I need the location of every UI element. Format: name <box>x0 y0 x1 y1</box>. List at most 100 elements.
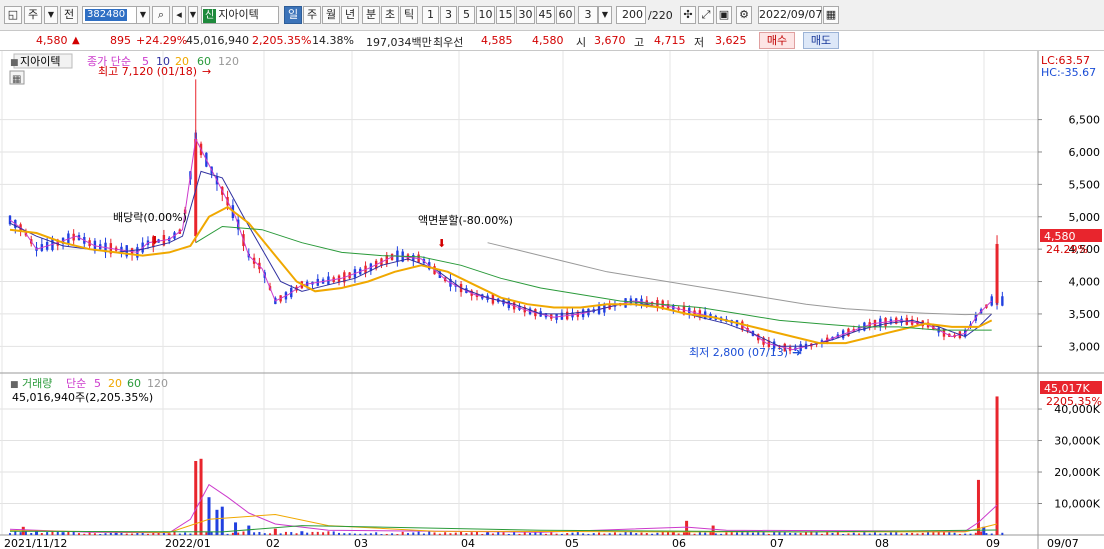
period-week[interactable]: 주 <box>303 6 321 24</box>
volume-bar <box>231 532 234 535</box>
volume-bar <box>789 532 792 535</box>
volume-bar <box>805 532 807 535</box>
volume-bar <box>375 532 378 535</box>
volume-bar <box>598 532 601 535</box>
volume-bar <box>560 533 563 535</box>
volume-panel-handle-icon[interactable]: ■ <box>10 380 19 390</box>
volume-bar <box>417 531 420 535</box>
low-annotation: 최저 2,800 (07/13) <box>689 346 788 359</box>
volume-bar <box>449 533 452 535</box>
period-year[interactable]: 년 <box>341 6 359 24</box>
volume-bar <box>544 533 547 535</box>
volume-bar <box>279 533 282 535</box>
period-tick[interactable]: 틱 <box>400 6 418 24</box>
volume-bar <box>454 532 457 535</box>
volume-bar <box>629 531 632 535</box>
volume-bar <box>645 533 648 535</box>
volume-bar <box>693 533 696 535</box>
volume-bar <box>783 532 786 535</box>
volume-bar <box>799 532 802 535</box>
split-arrow-icon: ⬇ <box>437 237 446 250</box>
last-price-value: 4,580 <box>1044 230 1076 243</box>
volume-ma-5: 5 <box>94 377 101 390</box>
volume-bar <box>932 532 935 535</box>
gear-icon[interactable]: ⚙ <box>736 6 752 24</box>
volume-bar <box>767 533 770 535</box>
volume-bar <box>905 532 908 535</box>
period-day[interactable]: 일 <box>284 6 302 24</box>
volume-bar <box>99 533 102 535</box>
volume-bar <box>226 533 229 535</box>
stock-code-value: 382480 <box>85 9 128 21</box>
interval-45[interactable]: 45 <box>536 6 555 24</box>
search-icon[interactable]: ⌕ <box>152 6 170 24</box>
chart-background <box>0 51 1104 549</box>
sell-button[interactable]: 매도 <box>803 32 839 49</box>
period-month[interactable]: 월 <box>322 6 340 24</box>
period-second[interactable]: 초 <box>381 6 399 24</box>
stock-name-field[interactable]: 신 지아이텍 <box>201 6 279 24</box>
save-icon[interactable]: ▣ <box>716 6 732 24</box>
prev-button[interactable]: 전 <box>60 6 78 24</box>
volume-bar <box>640 532 643 535</box>
volume-bar <box>571 532 574 535</box>
price-tick-label: 6,000 <box>1069 146 1101 159</box>
interval-5[interactable]: 5 <box>458 6 475 24</box>
volume-ma-120: 120 <box>147 377 168 390</box>
price-tick-label: 3,500 <box>1069 308 1101 321</box>
buy-button[interactable]: 매수 <box>759 32 795 49</box>
count-input[interactable]: 200 <box>616 6 646 24</box>
volume-bar <box>269 533 272 535</box>
interval-60[interactable]: 60 <box>556 6 575 24</box>
dividend-annotation: 배당락(0.00%) <box>113 211 187 224</box>
interval-1[interactable]: 1 <box>422 6 439 24</box>
dropdown-arrow-icon[interactable]: ▼ <box>44 6 58 24</box>
hc-value: HC:-35.67 <box>1041 66 1096 79</box>
volume-bar <box>438 533 441 535</box>
volume-bar <box>587 533 590 535</box>
volume-bar <box>40 533 43 535</box>
speaker-icon[interactable]: ◂ <box>172 6 186 24</box>
interval-10[interactable]: 10 <box>476 6 495 24</box>
interval-30[interactable]: 30 <box>516 6 535 24</box>
volume-bar <box>237 532 240 535</box>
volume-bar <box>481 533 484 535</box>
volume-bar <box>995 396 999 535</box>
speaker-dropdown-icon[interactable]: ▼ <box>188 6 198 24</box>
volume-bar <box>46 532 49 535</box>
code-dropdown-icon[interactable]: ▼ <box>136 6 150 24</box>
volume-bar <box>714 533 717 535</box>
volume-bar <box>364 533 367 535</box>
volume-bar <box>407 533 409 535</box>
volume-bar <box>746 531 749 535</box>
period-minute[interactable]: 분 <box>362 6 380 24</box>
interval-3[interactable]: 3 <box>440 6 457 24</box>
volume-bar <box>391 533 394 535</box>
open-label: 시 <box>576 36 587 49</box>
chart-area[interactable]: 3,0003,5004,0004,5005,0005,5006,0006,500… <box>0 51 1104 549</box>
volume-bar <box>762 532 765 535</box>
date-input[interactable]: 2022/09/07 <box>758 6 822 24</box>
crosshair-icon[interactable]: ✣ <box>680 6 696 24</box>
x-tick-label: 09 <box>986 537 1000 549</box>
window-icon[interactable]: ◱ <box>4 6 22 24</box>
volume-bar <box>661 531 664 535</box>
volume-bar <box>109 532 112 535</box>
volume-bar <box>921 532 924 535</box>
volume-bar <box>77 533 80 535</box>
interval-select[interactable]: 3 <box>578 6 598 24</box>
volume-bar <box>125 533 128 535</box>
trend-icon[interactable]: ⤢ <box>698 6 714 24</box>
volume-bar <box>682 532 685 535</box>
stock-type-button[interactable]: 주 <box>24 6 42 24</box>
volume-bar <box>460 531 463 535</box>
interval-dropdown-icon[interactable]: ▼ <box>598 6 612 24</box>
volume-bar <box>576 532 579 535</box>
volume-bar <box>215 509 219 535</box>
x-tick-label: 02 <box>266 537 280 549</box>
panel-handle-icon[interactable]: ■ <box>10 58 19 68</box>
volume-bar <box>131 533 134 535</box>
interval-15[interactable]: 15 <box>496 6 515 24</box>
volume-bar <box>688 532 691 535</box>
calendar-icon[interactable]: ▦ <box>823 6 839 24</box>
